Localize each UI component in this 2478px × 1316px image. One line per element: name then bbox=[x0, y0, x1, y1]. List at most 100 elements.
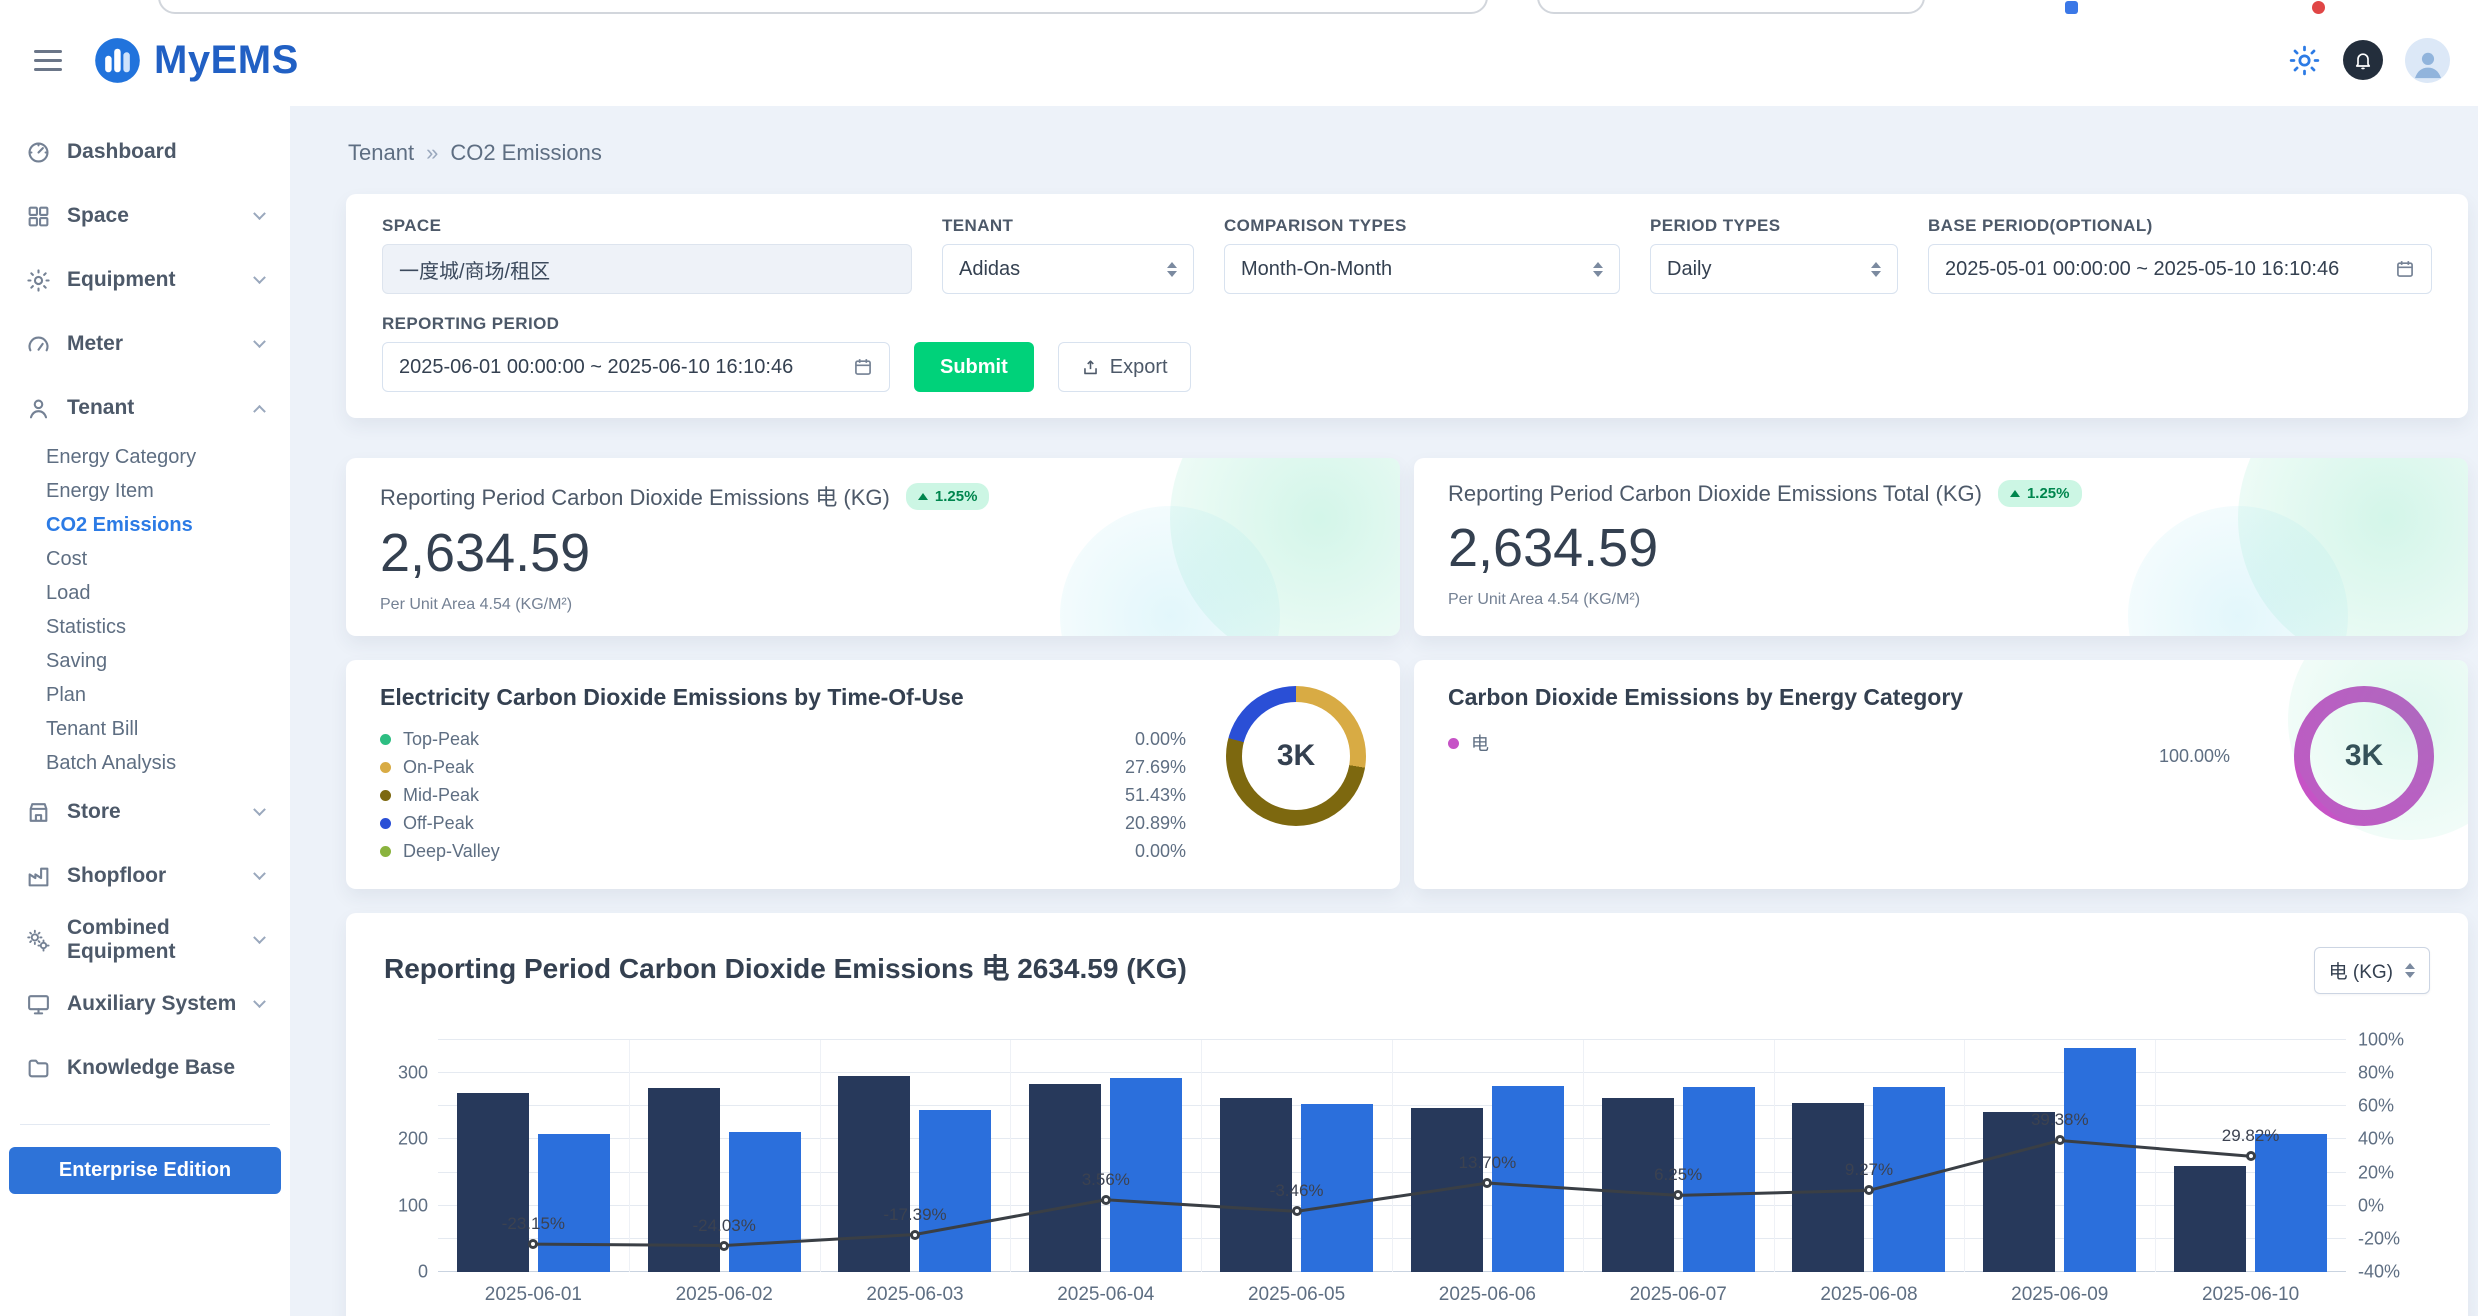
legend-item[interactable]: On-Peak27.69% bbox=[380, 753, 1186, 781]
sidebar-item-knowledge-base[interactable]: Knowledge Base bbox=[0, 1036, 290, 1100]
user-avatar[interactable] bbox=[2405, 38, 2450, 83]
sidebar-subitem-energy-category[interactable]: Energy Category bbox=[0, 440, 290, 474]
sidebar-item-combined-equipment[interactable]: Combined Equipment bbox=[0, 908, 290, 972]
y-axis-right-tick: 80% bbox=[2358, 1063, 2394, 1084]
legend-item[interactable]: Top-Peak0.00% bbox=[380, 725, 1186, 753]
y-axis-right-tick: 0% bbox=[2358, 1195, 2384, 1216]
sidebar-subitem-energy-item[interactable]: Energy Item bbox=[0, 474, 290, 508]
tenant-select[interactable]: Adidas bbox=[942, 244, 1194, 294]
sidebar-item-label: Space bbox=[67, 204, 129, 228]
x-axis-label: 2025-06-06 bbox=[1392, 1284, 1583, 1306]
sidebar-subitem-batch-analysis[interactable]: Batch Analysis bbox=[0, 746, 290, 780]
legend-value: 27.69% bbox=[1125, 757, 1186, 778]
unit-select[interactable]: 电 (KG) bbox=[2314, 947, 2430, 994]
legend-item[interactable]: Off-Peak20.89% bbox=[380, 809, 1186, 837]
sidebar-item-store[interactable]: Store bbox=[0, 780, 290, 844]
sidebar-item-meter[interactable]: Meter bbox=[0, 312, 290, 376]
tenant-field: TENANT Adidas bbox=[942, 216, 1194, 294]
brand[interactable]: MyEMS bbox=[94, 37, 299, 84]
line-marker[interactable] bbox=[1673, 1190, 1683, 1200]
breadcrumb: Tenant » CO2 Emissions bbox=[348, 140, 2468, 166]
energy-legend-dot bbox=[1448, 738, 1459, 749]
sidebar-item-space[interactable]: Space bbox=[0, 184, 290, 248]
stat-card-footer: Per Unit Area 4.54 (KG/M²) bbox=[380, 596, 1366, 614]
period-select-value: Daily bbox=[1667, 258, 1711, 281]
space-input[interactable] bbox=[382, 244, 912, 294]
sidebar-item-tenant[interactable]: Tenant bbox=[0, 376, 290, 440]
period-types-select[interactable]: Daily bbox=[1650, 244, 1898, 294]
line-marker[interactable] bbox=[1101, 1195, 1111, 1205]
legend-item[interactable]: Mid-Peak51.43% bbox=[380, 781, 1186, 809]
sidebar-subitem-plan[interactable]: Plan bbox=[0, 678, 290, 712]
change-rate-label: -24.03% bbox=[693, 1216, 756, 1236]
sidebar-subitem-co2-emissions[interactable]: CO2 Emissions bbox=[0, 508, 290, 542]
x-axis-label: 2025-06-10 bbox=[2155, 1284, 2346, 1306]
comparison-types-label: COMPARISON TYPES bbox=[1224, 216, 1620, 236]
x-axis-label: 2025-06-02 bbox=[629, 1284, 820, 1306]
sidebar-subitem-load[interactable]: Load bbox=[0, 576, 290, 610]
sidebar-item-label: Store bbox=[67, 800, 121, 824]
submit-button[interactable]: Submit bbox=[914, 342, 1034, 392]
change-rate-label: 6.25% bbox=[1654, 1165, 1702, 1185]
main-content: Tenant » CO2 Emissions SPACE TENANT Adid… bbox=[290, 106, 2478, 1316]
sidebar-subitem-tenant-bill[interactable]: Tenant Bill bbox=[0, 712, 290, 746]
legend-value: 51.43% bbox=[1125, 785, 1186, 806]
legend-label: 电 bbox=[1471, 730, 1489, 756]
browser-chrome-artifact bbox=[0, 0, 2478, 14]
legend-dot bbox=[380, 734, 391, 745]
sidebar-item-shopfloor[interactable]: Shopfloor bbox=[0, 844, 290, 908]
tou-donut[interactable]: 3K bbox=[1226, 686, 1366, 826]
change-rate-label: -3.46% bbox=[1270, 1181, 1324, 1201]
notifications-icon[interactable] bbox=[2343, 40, 2383, 80]
line-marker[interactable] bbox=[719, 1241, 729, 1251]
sidebar-item-label: Combined Equipment bbox=[67, 916, 239, 964]
line-marker[interactable] bbox=[1292, 1206, 1302, 1216]
y-axis-left-tick: 100 bbox=[398, 1195, 428, 1216]
reporting-emissions-card: Reporting Period Carbon Dioxide Emission… bbox=[346, 458, 1400, 636]
space-field: SPACE bbox=[382, 216, 912, 294]
export-icon bbox=[1081, 358, 1100, 377]
line-marker[interactable] bbox=[910, 1230, 920, 1240]
reporting-period-input[interactable]: 2025-06-01 00:00:00 ~ 2025-06-10 16:10:4… bbox=[382, 342, 890, 392]
line-marker[interactable] bbox=[2055, 1135, 2065, 1145]
bar-chart-plot: -23.15%-24.03%-17.39%3.56%-3.46%13.70%6.… bbox=[438, 1040, 2346, 1272]
stat-card-value: 2,634.59 bbox=[380, 522, 1366, 584]
settings-gear-icon[interactable] bbox=[2288, 44, 2321, 77]
chevron-down-icon bbox=[253, 995, 266, 1008]
export-button[interactable]: Export bbox=[1058, 342, 1191, 392]
tenant-label: TENANT bbox=[942, 216, 1194, 236]
x-axis-label: 2025-06-07 bbox=[1583, 1284, 1774, 1306]
sidebar-subitem-cost[interactable]: Cost bbox=[0, 542, 290, 576]
sidebar-item-equipment[interactable]: Equipment bbox=[0, 248, 290, 312]
knowledge-base-icon bbox=[26, 1056, 51, 1081]
x-axis-label: 2025-06-09 bbox=[1964, 1284, 2155, 1306]
y-axis-left-tick: 200 bbox=[398, 1129, 428, 1150]
legend-item[interactable]: 电 bbox=[1448, 729, 2119, 757]
comparison-types-select[interactable]: Month-On-Month bbox=[1224, 244, 1620, 294]
sidebar-item-dashboard[interactable]: Dashboard bbox=[0, 120, 290, 184]
chevron-down-icon bbox=[253, 271, 266, 284]
total-emissions-card: Reporting Period Carbon Dioxide Emission… bbox=[1414, 458, 2468, 636]
line-marker[interactable] bbox=[2246, 1151, 2256, 1161]
sidebar-subitem-saving[interactable]: Saving bbox=[0, 644, 290, 678]
legend-item[interactable]: Deep-Valley0.00% bbox=[380, 837, 1186, 865]
chevron-down-icon bbox=[253, 867, 266, 880]
enterprise-edition-button[interactable]: Enterprise Edition bbox=[9, 1147, 281, 1194]
base-period-label: BASE PERIOD(OPTIONAL) bbox=[1928, 216, 2432, 236]
base-period-input[interactable]: 2025-05-01 00:00:00 ~ 2025-05-10 16:10:4… bbox=[1928, 244, 2432, 294]
sidebar-item-label: Auxiliary System bbox=[67, 992, 236, 1016]
sidebar-subitem-statistics[interactable]: Statistics bbox=[0, 610, 290, 644]
line-marker[interactable] bbox=[1864, 1185, 1874, 1195]
breadcrumb-tenant[interactable]: Tenant bbox=[348, 140, 414, 166]
line-marker[interactable] bbox=[1482, 1178, 1492, 1188]
sidebar-item-label: Shopfloor bbox=[67, 864, 166, 888]
sidebar-toggle-button[interactable] bbox=[26, 42, 70, 79]
donut-card-row: Electricity Carbon Dioxide Emissions by … bbox=[346, 660, 2468, 889]
line-marker[interactable] bbox=[528, 1239, 538, 1249]
export-button-label: Export bbox=[1110, 356, 1168, 379]
chevron-down-icon bbox=[253, 207, 266, 220]
sidebar-item-auxiliary-system[interactable]: Auxiliary System bbox=[0, 972, 290, 1036]
y-axis-left-tick: 0 bbox=[418, 1262, 428, 1283]
x-axis-label: 2025-06-05 bbox=[1201, 1284, 1392, 1306]
breadcrumb-current: CO2 Emissions bbox=[450, 140, 602, 166]
